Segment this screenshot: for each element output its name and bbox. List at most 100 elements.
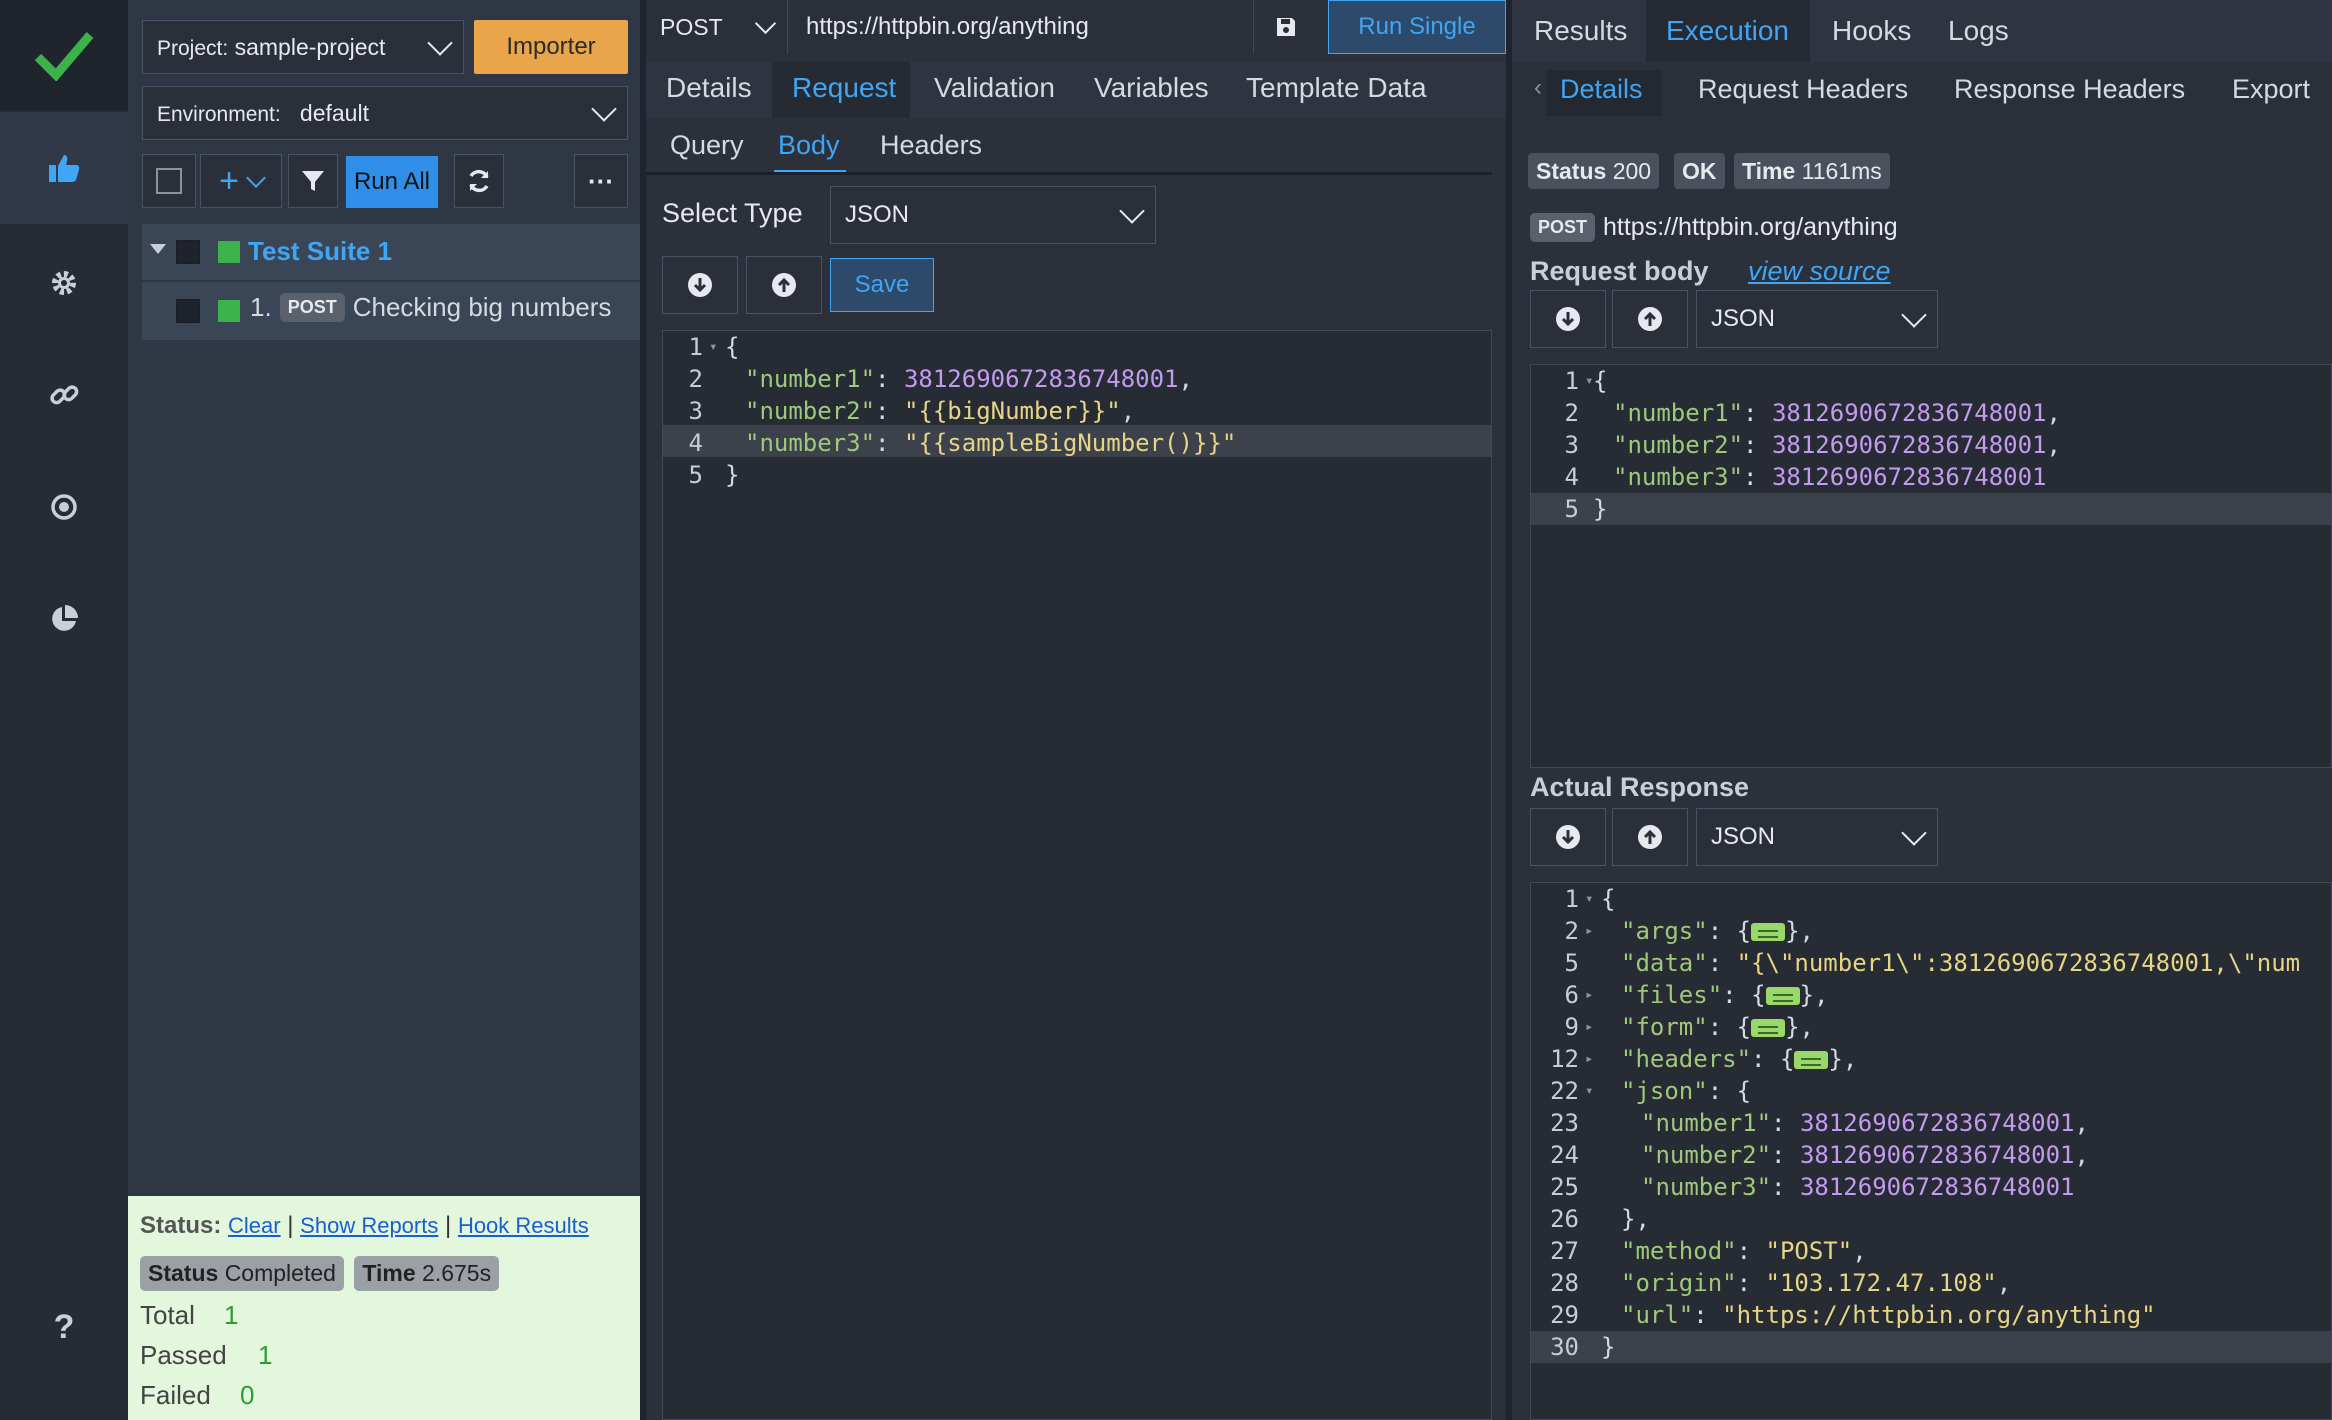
hook-results-link[interactable]: Hook Results bbox=[458, 1213, 589, 1238]
code-punct: } bbox=[1785, 1013, 1800, 1041]
collapsed-object-icon bbox=[1765, 987, 1800, 1005]
select-all-checkbox[interactable] bbox=[142, 154, 196, 208]
suite-row[interactable]: Test Suite 1 bbox=[142, 224, 640, 280]
code-line: 3 "number2": 3812690672836748001, bbox=[1531, 429, 2331, 461]
failed-value: 0 bbox=[240, 1380, 255, 1410]
fold-right-icon: ▸ bbox=[1585, 923, 1594, 939]
tab-results[interactable]: Results bbox=[1534, 15, 1627, 47]
subtab-body[interactable]: Body bbox=[778, 130, 840, 161]
download-button[interactable] bbox=[1530, 808, 1606, 866]
method-select[interactable]: POST bbox=[646, 0, 788, 54]
code-text: "url": "https://httpbin.org/anything" bbox=[1621, 1299, 2156, 1331]
json-value: 3812690672836748001 bbox=[1771, 463, 2047, 491]
time-pill-value: 2.675s bbox=[422, 1260, 492, 1286]
more-options-button[interactable]: ··· bbox=[574, 154, 628, 208]
code-punct: , bbox=[1852, 1237, 1867, 1265]
target-icon[interactable] bbox=[0, 452, 128, 562]
subtab-response-headers[interactable]: Response Headers bbox=[1954, 74, 2185, 105]
tab-variables[interactable]: Variables bbox=[1094, 72, 1209, 104]
line-number: 25 bbox=[1550, 1173, 1579, 1201]
upload-button[interactable] bbox=[1612, 808, 1688, 866]
left-rail: ? bbox=[0, 0, 128, 1420]
pie-chart-icon[interactable] bbox=[0, 564, 128, 674]
checkbox-square bbox=[156, 168, 182, 194]
request-body-editor[interactable]: 1 ▾ {2 "number1": 3812690672836748001, 3 "num… bbox=[662, 330, 1492, 1420]
tab-hooks[interactable]: Hooks bbox=[1832, 15, 1911, 47]
run-single-button[interactable]: Run Single bbox=[1328, 0, 1506, 54]
url-input[interactable]: https://httpbin.org/anything bbox=[792, 0, 1254, 54]
help-icon[interactable]: ? bbox=[0, 1272, 128, 1382]
code-line: 1 ▾ { bbox=[663, 331, 1491, 363]
save-button[interactable]: Save bbox=[830, 258, 934, 312]
chevron-down-icon bbox=[246, 168, 266, 188]
project-select[interactable]: Project: sample-project bbox=[142, 20, 464, 74]
show-reports-link[interactable]: Show Reports bbox=[300, 1213, 438, 1238]
failed-label: Failed bbox=[140, 1380, 211, 1410]
upload-button[interactable] bbox=[1612, 290, 1688, 348]
subtab-query[interactable]: Query bbox=[670, 130, 744, 161]
request-panel: POST https://httpbin.org/anything Run Si… bbox=[646, 0, 1506, 1420]
actual-response-viewer[interactable]: 1 ▾ {2 ▸ "args": {}, 5 "data": "{\"number1\":3… bbox=[1530, 882, 2332, 1420]
json-value: { bbox=[1736, 1077, 1752, 1105]
filter-button[interactable] bbox=[288, 154, 338, 208]
request-body-viewer[interactable]: 1 ▾{2 "number1": 3812690672836748001, 3 "num… bbox=[1530, 364, 2332, 768]
chevron-down-icon bbox=[1119, 198, 1145, 224]
code-punct: : bbox=[1771, 1141, 1800, 1169]
clear-link[interactable]: Clear bbox=[228, 1213, 281, 1238]
environment-select[interactable]: Environment: default bbox=[142, 86, 628, 140]
tab-template-data[interactable]: Template Data bbox=[1246, 72, 1427, 104]
tab-execution[interactable]: Execution bbox=[1666, 15, 1789, 47]
run-all-button[interactable]: Run All bbox=[346, 156, 438, 208]
code-line: 24 "number2": 3812690672836748001, bbox=[1531, 1139, 2331, 1171]
line-number: 1 bbox=[1564, 367, 1579, 395]
json-key: "number2" bbox=[1641, 1141, 1772, 1169]
code-punct: { bbox=[1751, 981, 1766, 1009]
arrow-down-circle-icon bbox=[1556, 825, 1580, 849]
add-dropdown-button[interactable]: + bbox=[200, 154, 282, 208]
test-checkbox[interactable] bbox=[176, 299, 200, 323]
chevron-down-icon bbox=[754, 12, 777, 34]
tab-request[interactable]: Request bbox=[792, 72, 896, 104]
upload-button[interactable] bbox=[746, 256, 822, 314]
line-number: 27 bbox=[1550, 1237, 1579, 1265]
thumbs-up-icon[interactable] bbox=[0, 112, 128, 224]
subtab-headers[interactable]: Headers bbox=[880, 130, 982, 161]
subtab-export[interactable]: Export bbox=[2232, 74, 2310, 105]
importer-button[interactable]: Importer bbox=[474, 20, 628, 74]
json-value: 3812690672836748001 bbox=[1799, 1109, 2075, 1137]
download-button[interactable] bbox=[1530, 290, 1606, 348]
view-source-link[interactable]: view source bbox=[1748, 256, 1891, 287]
code-punct: : bbox=[875, 365, 904, 393]
json-key: "number1" bbox=[1641, 1109, 1772, 1137]
link-icon[interactable] bbox=[0, 340, 128, 450]
code-line: 25 "number3": 3812690672836748001 bbox=[1531, 1171, 2331, 1203]
body-type-select[interactable]: JSON bbox=[830, 186, 1156, 244]
caret-down-icon[interactable] bbox=[150, 244, 166, 254]
request-body-format-select[interactable]: JSON bbox=[1696, 290, 1938, 348]
gear-icon[interactable] bbox=[0, 228, 128, 338]
code-punct: } bbox=[1593, 495, 1608, 523]
refresh-button[interactable] bbox=[454, 154, 504, 208]
response-time-badge: Time 1161ms bbox=[1734, 153, 1890, 189]
tab-logs[interactable]: Logs bbox=[1948, 15, 2009, 47]
tab-validation[interactable]: Validation bbox=[934, 72, 1055, 104]
response-format-value: JSON bbox=[1711, 823, 1776, 850]
arrow-down-circle-icon bbox=[688, 273, 712, 297]
chevron-left-icon[interactable]: ‹ bbox=[1534, 74, 1542, 102]
response-format-select[interactable]: JSON bbox=[1696, 808, 1938, 866]
code-punct: : bbox=[1722, 981, 1752, 1009]
suite-checkbox[interactable] bbox=[176, 240, 200, 264]
subtab-details[interactable]: Details bbox=[1560, 74, 1643, 105]
download-button[interactable] bbox=[662, 256, 738, 314]
save-url-button[interactable] bbox=[1258, 0, 1314, 54]
tab-details[interactable]: Details bbox=[666, 72, 752, 104]
arrow-down-circle-icon bbox=[1556, 307, 1580, 331]
environment-label: Environment: bbox=[157, 102, 281, 126]
code-text: "number2": "{{bigNumber}}", bbox=[745, 395, 1135, 427]
code-line: 29 "url": "https://httpbin.org/anything" bbox=[1531, 1299, 2331, 1331]
checkmark-logo-icon[interactable] bbox=[0, 0, 128, 110]
test-row[interactable]: 1. POST Checking big numbers bbox=[142, 282, 640, 340]
subtab-request-headers[interactable]: Request Headers bbox=[1698, 74, 1908, 105]
code-line: 30} bbox=[1531, 1331, 2331, 1363]
response-time-label: Time bbox=[1742, 158, 1796, 184]
